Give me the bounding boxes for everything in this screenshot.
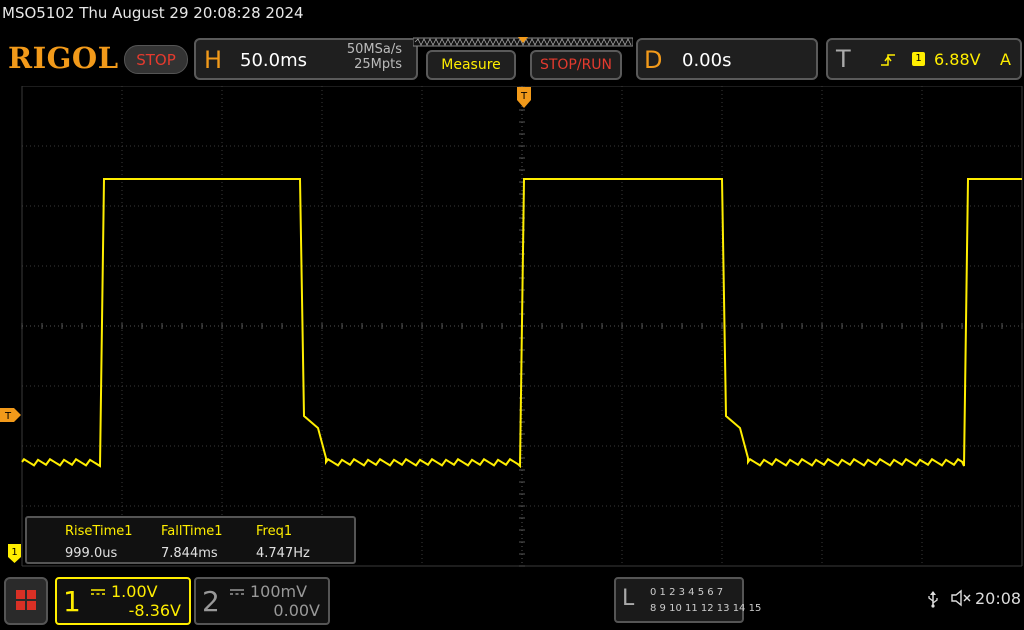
memory-position-strip [413,37,633,47]
status-clock: 20:08 [975,589,1022,608]
ch1-number: 1 [63,585,81,618]
ch1-scale: 1.00V [111,582,158,601]
measure-button-label: Measure [441,57,501,73]
logic-analyzer-box[interactable]: L 0 1 2 3 4 5 6 7 8 9 10 11 12 13 14 15 [614,577,761,623]
trigger-edge-icon [881,54,895,66]
rigol-logo: RIGOL [8,41,119,75]
dc-coupling-icon [91,589,105,595]
trigger-position-marker-label: T [520,91,528,102]
run-status-badge[interactable]: STOP [124,45,188,74]
main-menu-button[interactable] [4,577,48,625]
usb-icon [928,591,938,608]
timebase-value: 50.0ms [240,50,307,71]
meas-value-falltime: 7.844ms [161,546,218,561]
logic-channels-row1: 0 1 2 3 4 5 6 7 [650,587,724,598]
speaker-muted-icon[interactable] [950,589,972,607]
ch2-offset: 0.00V [273,601,320,620]
ch1-ground-marker-label: 1 [11,547,17,558]
title-line: MSO5102 Thu August 29 20:08:28 2024 [2,4,304,22]
trigger-position-marker[interactable]: T [516,86,532,110]
memory-depth: 25Mpts [354,57,402,72]
delay-value: 0.00s [682,50,732,71]
meas-name-freq: Freq1 [256,524,293,539]
ch1-offset: -8.36V [128,601,181,620]
ch2-settings-box[interactable]: 2 100mV 0.00V [194,577,330,625]
logic-channels-row2: 8 9 10 11 12 13 14 15 [650,603,762,614]
trigger-level-marker[interactable]: T [0,407,22,423]
horizontal-delay-box[interactable]: D 0.00s [636,38,818,80]
trigger-source-badge: 1 [912,52,925,66]
meas-name-risetime: RiseTime1 [65,524,133,539]
trigger-mode: A [1000,50,1011,69]
menu-grid-icon [16,590,36,610]
ch1-ground-marker[interactable]: 1 [8,544,22,564]
meas-value-risetime: 999.0us [65,546,118,561]
waveform-graticule[interactable] [0,86,1024,568]
acquisition-info: 50MSa/s 25Mpts [314,42,402,72]
dc-coupling-icon [230,589,244,595]
stop-run-button[interactable]: STOP/RUN [530,50,622,80]
ch2-scale: 100mV [250,582,308,601]
logic-letter: L [622,586,635,611]
meas-value-freq: 4.747Hz [256,546,310,561]
measurement-panel[interactable]: RiseTime1 999.0us FallTime1 7.844ms Freq… [25,516,356,564]
measure-button[interactable]: Measure [426,50,516,80]
horizontal-timebase-box[interactable]: H 50.0ms 50MSa/s 25Mpts [194,38,418,80]
ch2-number: 2 [202,585,220,618]
horizontal-letter: H [204,46,223,74]
delay-letter: D [644,46,663,74]
trigger-level-value: 6.88V [934,50,981,69]
stop-run-button-label: STOP/RUN [539,57,613,73]
trigger-letter: T [836,45,851,73]
trigger-box[interactable]: T 1 6.88V A [826,38,1022,80]
sample-rate: 50MSa/s [346,42,402,57]
ch1-settings-box[interactable]: 1 1.00V -8.36V [55,577,191,625]
trigger-level-marker-label: T [4,411,12,422]
meas-name-falltime: FallTime1 [161,524,223,539]
